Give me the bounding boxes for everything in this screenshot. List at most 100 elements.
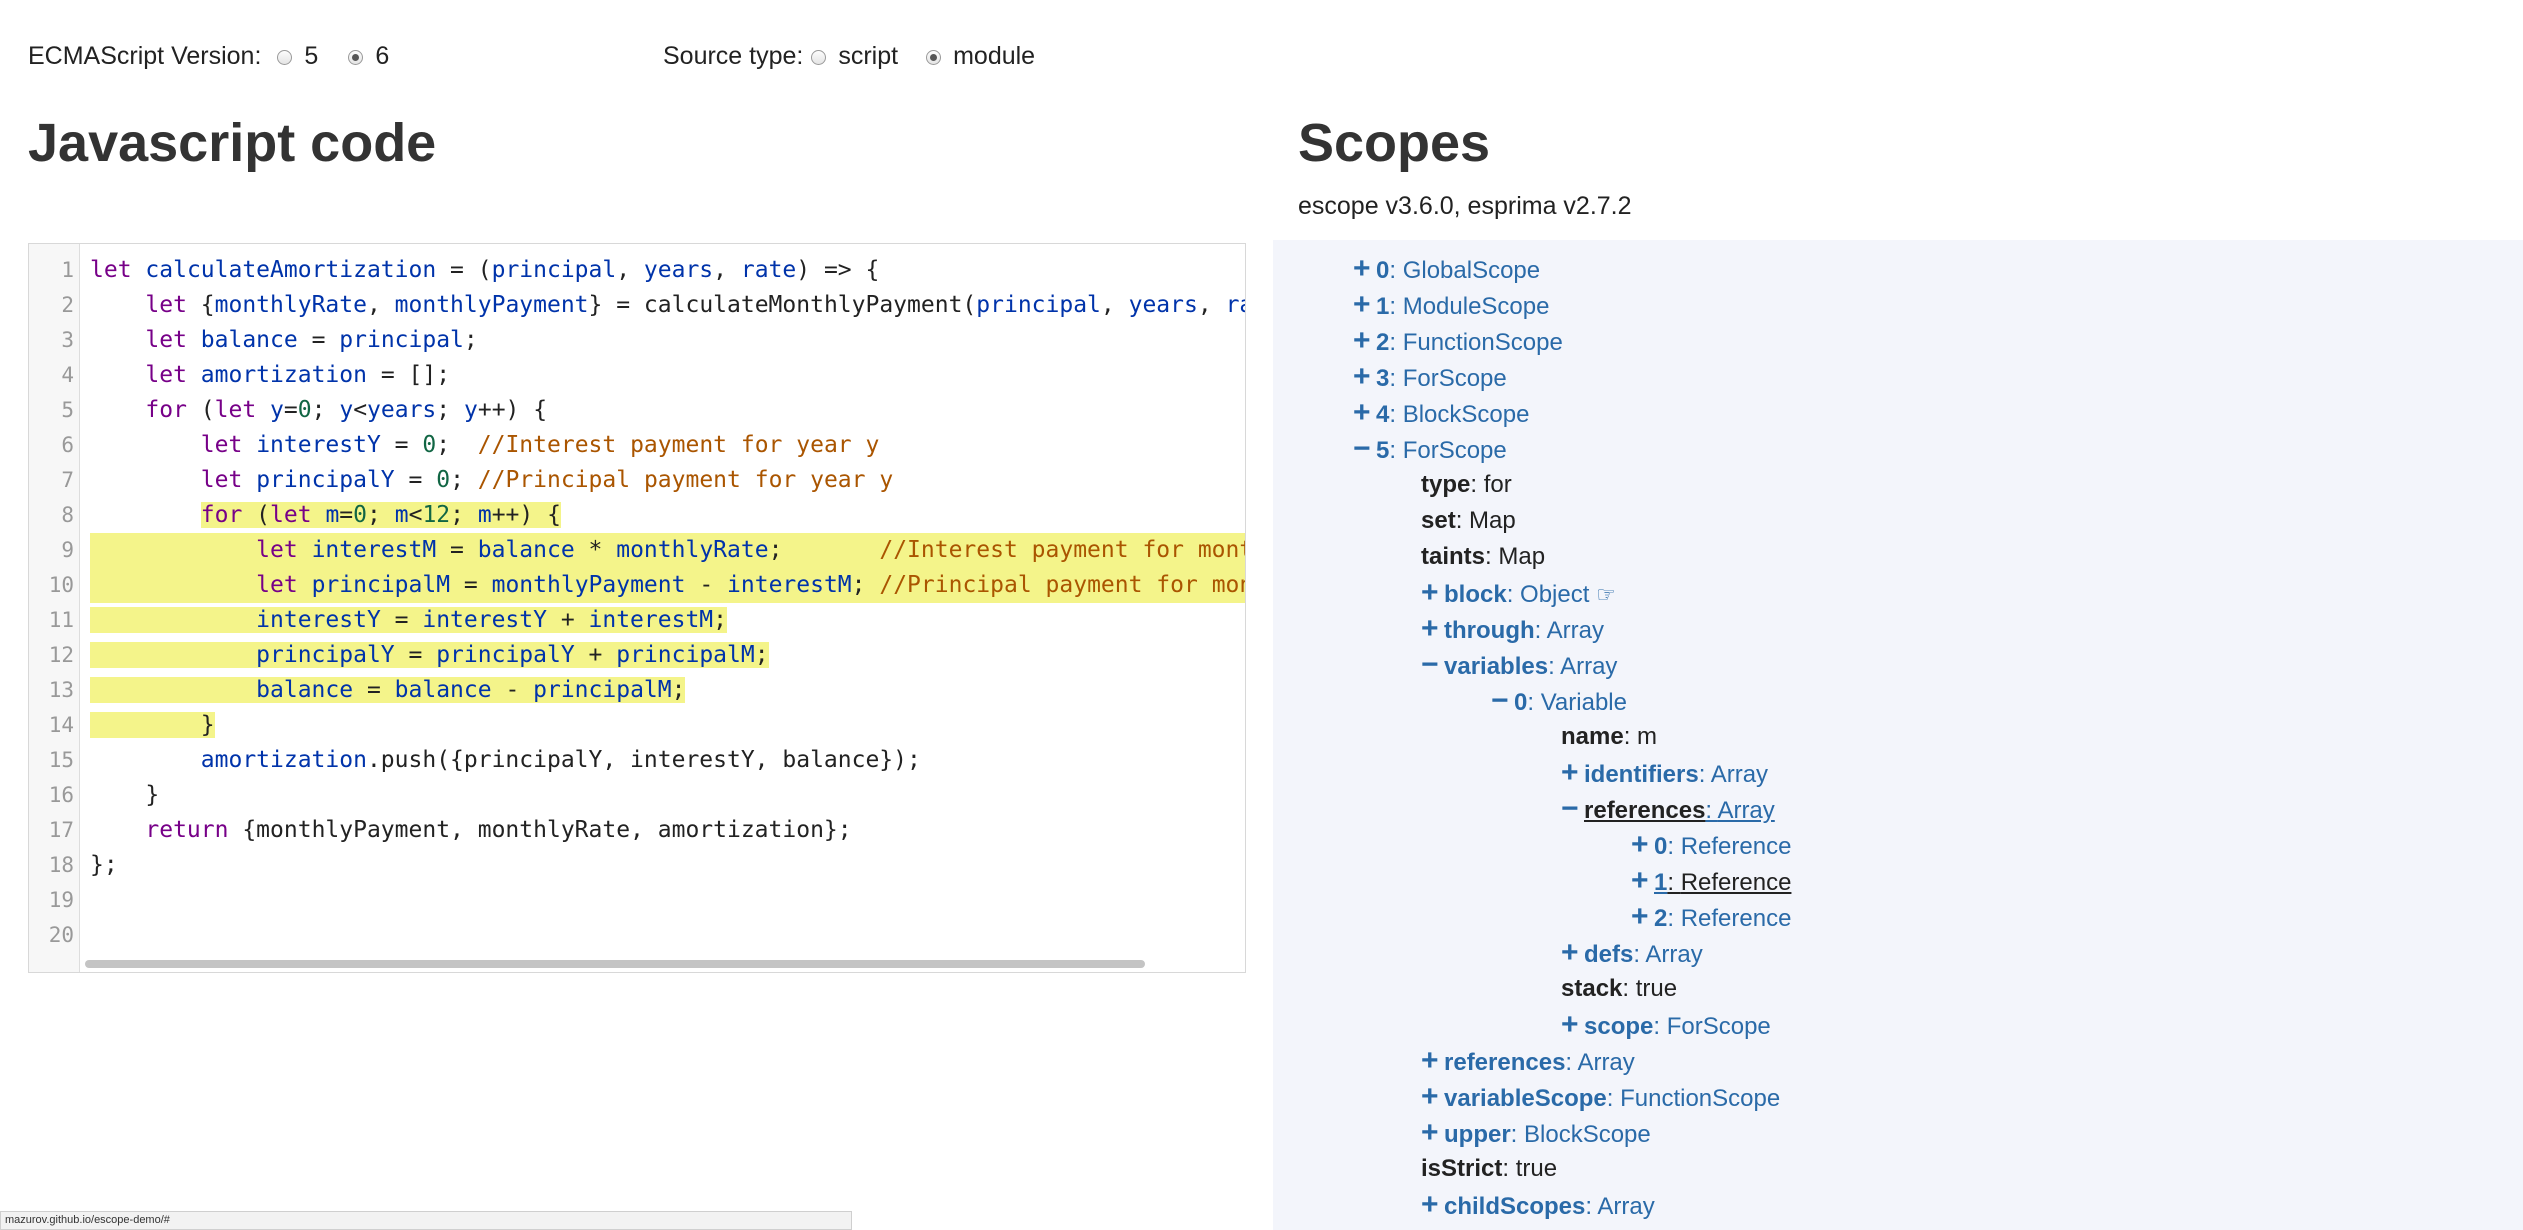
tree-node-through[interactable]: + through: Array [1421, 612, 1604, 648]
line-number: 20 [48, 923, 74, 947]
expand-icon: + [1421, 1188, 1439, 1221]
line-number: 18 [48, 853, 74, 877]
tree-node-block[interactable]: + block: Object ☞ [1421, 576, 1616, 612]
tree-prop-set: set: Map [1421, 507, 1516, 534]
expand-icon: + [1421, 1044, 1439, 1077]
expand-icon: + [1353, 324, 1371, 357]
module-radio[interactable] [926, 50, 942, 65]
tree-node-reference-2[interactable]: +2: Reference [1631, 900, 1791, 936]
tree-node-variable-0[interactable]: −0: Variable [1491, 684, 1627, 720]
line-number: 13 [48, 678, 74, 702]
line-number: 7 [61, 468, 74, 492]
expand-icon: + [1631, 828, 1649, 861]
code-line: 18}; [29, 848, 1245, 883]
code-line: 20 [29, 918, 1245, 953]
code-editor[interactable]: 1 let calculateAmortization = (principal,… [28, 243, 1246, 973]
tree-prop-type: type: for [1421, 471, 1512, 498]
tree-prop-taints: taints: Map [1421, 543, 1546, 570]
code-line: 9 let interestM = balance * monthlyRate;… [29, 533, 1245, 568]
collapse-icon: − [1561, 792, 1579, 825]
code-line: 12 principalY = principalY + principalM; [29, 638, 1245, 673]
code-line: 6 let interestY = 0; //Interest payment … [29, 428, 1245, 463]
code-line: 17 return {monthlyPayment, monthlyRate, … [29, 813, 1245, 848]
tree-node-reference-1[interactable]: +1: Reference [1631, 864, 1791, 900]
line-number: 1 [61, 258, 74, 282]
tree-prop-is-strict: isStrict: true [1421, 1155, 1558, 1182]
code-line: 4 let amortization = []; [29, 358, 1245, 393]
expand-icon: + [1421, 1116, 1439, 1149]
code-line: 3 let balance = principal; [29, 323, 1245, 358]
tree-node-variable-scope[interactable]: + variableScope: FunctionScope [1421, 1080, 1780, 1116]
ecma6-radio[interactable] [348, 50, 364, 65]
code-line: 1 let calculateAmortization = (principal,… [29, 253, 1245, 288]
source-type-label: Source type: [663, 42, 804, 70]
line-number: 2 [61, 293, 74, 317]
line-number: 6 [61, 433, 74, 457]
module-label: module [953, 42, 1036, 70]
tree-node-for-scope-5[interactable]: −5: ForScope [1353, 432, 1507, 468]
pointing-hand-icon[interactable]: ☞ [1596, 582, 1616, 607]
expand-icon: + [1631, 900, 1649, 933]
tree-node-block-scope[interactable]: +4: BlockScope [1353, 396, 1529, 432]
tree-node-module-scope[interactable]: +1: ModuleScope [1353, 288, 1549, 324]
horizontal-scrollbar[interactable] [85, 960, 1145, 968]
tree-node-variable-scope-ref[interactable]: + scope: ForScope [1561, 1008, 1771, 1044]
line-number: 10 [48, 573, 74, 597]
ecma-version-label: ECMAScript Version: [28, 42, 262, 70]
ecma6-label: 6 [375, 42, 390, 70]
line-number: 9 [61, 538, 74, 562]
code-line: 10 let principalM = monthlyPayment - int… [29, 568, 1245, 603]
line-number: 8 [61, 503, 74, 527]
code-line: 16 } [29, 778, 1245, 813]
script-label: script [838, 42, 899, 70]
expand-icon: + [1353, 396, 1371, 429]
collapse-icon: − [1491, 684, 1509, 717]
tree-node-child-scopes[interactable]: + childScopes: Array [1421, 1188, 1655, 1224]
tree-node-reference-0[interactable]: +0: Reference [1631, 828, 1791, 864]
script-radio[interactable] [811, 50, 827, 65]
tree-node-for-scope-3[interactable]: +3: ForScope [1353, 360, 1507, 396]
ecma5-label: 5 [304, 42, 319, 70]
tree-prop-stack: stack: true [1561, 975, 1678, 1002]
code-line: 15 amortization.push({principalY, intere… [29, 743, 1245, 778]
tree-node-global-scope[interactable]: +0: GlobalScope [1353, 252, 1540, 288]
code-line: 13 balance = balance - principalM; [29, 673, 1245, 708]
status-bar-url: mazurov.github.io/escope-demo/# [0, 1211, 852, 1230]
expand-icon: + [1631, 864, 1649, 897]
code-line: 14 } [29, 708, 1245, 743]
line-number: 19 [48, 888, 74, 912]
tree-node-references[interactable]: + references: Array [1421, 1044, 1635, 1080]
line-number: 14 [48, 713, 74, 737]
code-title: Javascript code [28, 113, 437, 173]
tree-node-variable-references[interactable]: − references: Array [1561, 792, 1775, 828]
expand-icon: + [1421, 612, 1439, 645]
ecma5-radio[interactable] [277, 50, 293, 65]
scopes-title: Scopes [1298, 113, 1491, 173]
expand-icon: + [1353, 288, 1371, 321]
line-number: 11 [48, 608, 74, 632]
code-line: 2 let {monthlyRate, monthlyPayment} = ca… [29, 288, 1245, 323]
line-number: 12 [48, 643, 74, 667]
expand-icon: + [1561, 936, 1579, 969]
code-line: 7 let principalY = 0; //Principal paymen… [29, 463, 1245, 498]
expand-icon: + [1561, 756, 1579, 789]
line-number: 4 [61, 363, 74, 387]
expand-icon: + [1353, 360, 1371, 393]
code-line: 8 for (let m=0; m<12; m++) { [29, 498, 1245, 533]
tree-prop-name: name: m [1561, 723, 1658, 750]
code-line: 19 [29, 883, 1245, 918]
tree-node-function-scope[interactable]: +2: FunctionScope [1353, 324, 1563, 360]
tree-node-variables[interactable]: − variables: Array [1421, 648, 1617, 684]
version-info: escope v3.6.0, esprima v2.7.2 [1298, 192, 1632, 220]
code-line: 11 interestY = interestY + interestM; [29, 603, 1245, 638]
line-number: 5 [61, 398, 74, 422]
tree-node-defs[interactable]: + defs: Array [1561, 936, 1703, 972]
code-line: 5 for (let y=0; y<years; y++) { [29, 393, 1245, 428]
expand-icon: + [1421, 576, 1439, 609]
tree-node-identifiers[interactable]: + identifiers: Array [1561, 756, 1768, 792]
expand-icon: + [1353, 252, 1371, 285]
line-number: 3 [61, 328, 74, 352]
tree-node-upper[interactable]: + upper: BlockScope [1421, 1116, 1651, 1152]
collapse-icon: − [1353, 432, 1371, 465]
line-number: 15 [48, 748, 74, 772]
